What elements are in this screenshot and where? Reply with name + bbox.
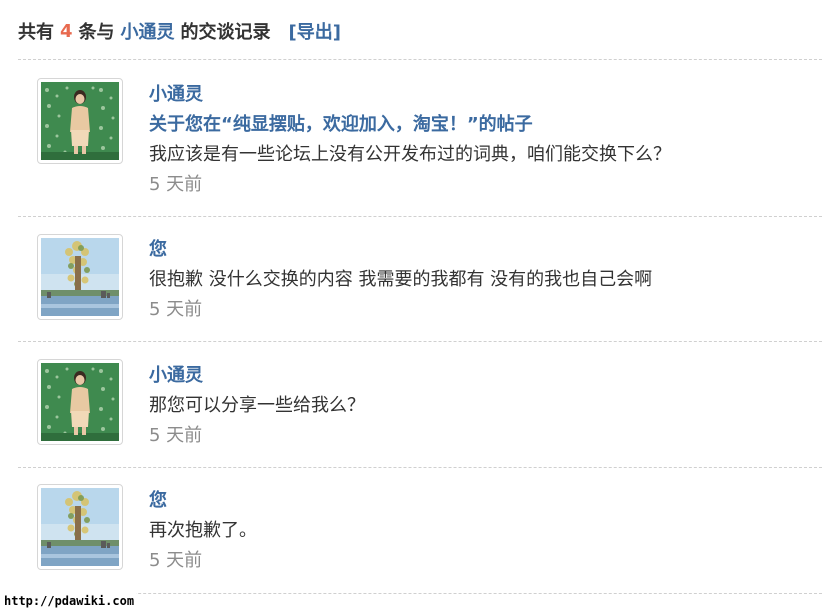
message-content: 小通灵 关于您在“纯显摆贴，欢迎加入，淘宝！”的帖子 我应该是有一些论坛上没有公… <box>149 80 822 200</box>
sender-name-link[interactable]: 您 <box>149 486 822 516</box>
sender-avatar[interactable] <box>37 359 123 445</box>
message-body: 那您可以分享一些给我么？ <box>149 395 365 416</box>
header-middle: 条与 <box>78 22 115 43</box>
message-body: 再次抱歉了。 <box>149 520 257 541</box>
conversation-header: 共有 4 条与 小通灵 的交谈记录 [导出] <box>18 17 341 45</box>
header-suffix: 的交谈记录 <box>180 22 271 43</box>
list-bottom-divider <box>18 593 822 594</box>
woman-portrait-avatar-icon <box>41 82 119 160</box>
message-item: 小通灵 关于您在“纯显摆贴，欢迎加入，淘宝！”的帖子 我应该是有一些论坛上没有公… <box>18 59 822 216</box>
message-time: 5 天前 <box>149 550 203 571</box>
header-prefix: 共有 <box>18 22 54 43</box>
export-link[interactable]: [导出] <box>289 18 341 44</box>
message-list: 小通灵 关于您在“纯显摆贴，欢迎加入，淘宝！”的帖子 我应该是有一些论坛上没有公… <box>18 59 822 593</box>
conversation-page: 共有 4 条与 小通灵 的交谈记录 [导出] 小通灵 关于您在“纯显摆贴，欢迎加… <box>0 0 822 613</box>
sender-avatar[interactable] <box>37 234 123 320</box>
message-item: 小通灵 那您可以分享一些给我么？ 5 天前 <box>18 341 822 467</box>
message-content: 您 很抱歉 没什么交换的内容 我需要的我都有 没有的我也自己会啊 5 天前 <box>149 235 822 325</box>
message-time: 5 天前 <box>149 299 203 320</box>
sender-avatar[interactable] <box>37 78 123 164</box>
sender-avatar[interactable] <box>37 484 123 570</box>
tree-tower-avatar-icon <box>41 238 119 316</box>
sender-name-link[interactable]: 小通灵 <box>149 80 822 110</box>
message-item: 您 很抱歉 没什么交换的内容 我需要的我都有 没有的我也自己会啊 5 天前 <box>18 216 822 341</box>
woman-portrait-avatar-icon <box>41 363 119 441</box>
message-time: 5 天前 <box>149 425 203 446</box>
message-content: 小通灵 那您可以分享一些给我么？ 5 天前 <box>149 361 822 451</box>
watermark-text: http://pdawiki.com <box>4 593 137 609</box>
message-content: 您 再次抱歉了。 5 天前 <box>149 486 822 576</box>
sender-name-link[interactable]: 您 <box>149 235 822 265</box>
tree-tower-avatar-icon <box>41 488 119 566</box>
message-count: 4 <box>60 20 73 42</box>
message-time: 5 天前 <box>149 174 203 195</box>
peer-name-link[interactable]: 小通灵 <box>121 18 175 44</box>
message-body: 很抱歉 没什么交换的内容 我需要的我都有 没有的我也自己会啊 <box>149 269 653 290</box>
message-body: 我应该是有一些论坛上没有公开发布过的词典，咱们能交换下么？ <box>149 144 671 165</box>
sender-name-link[interactable]: 小通灵 <box>149 361 822 391</box>
thread-subject-link[interactable]: 关于您在“纯显摆贴，欢迎加入，淘宝！”的帖子 <box>149 110 822 140</box>
message-item: 您 再次抱歉了。 5 天前 <box>18 467 822 593</box>
